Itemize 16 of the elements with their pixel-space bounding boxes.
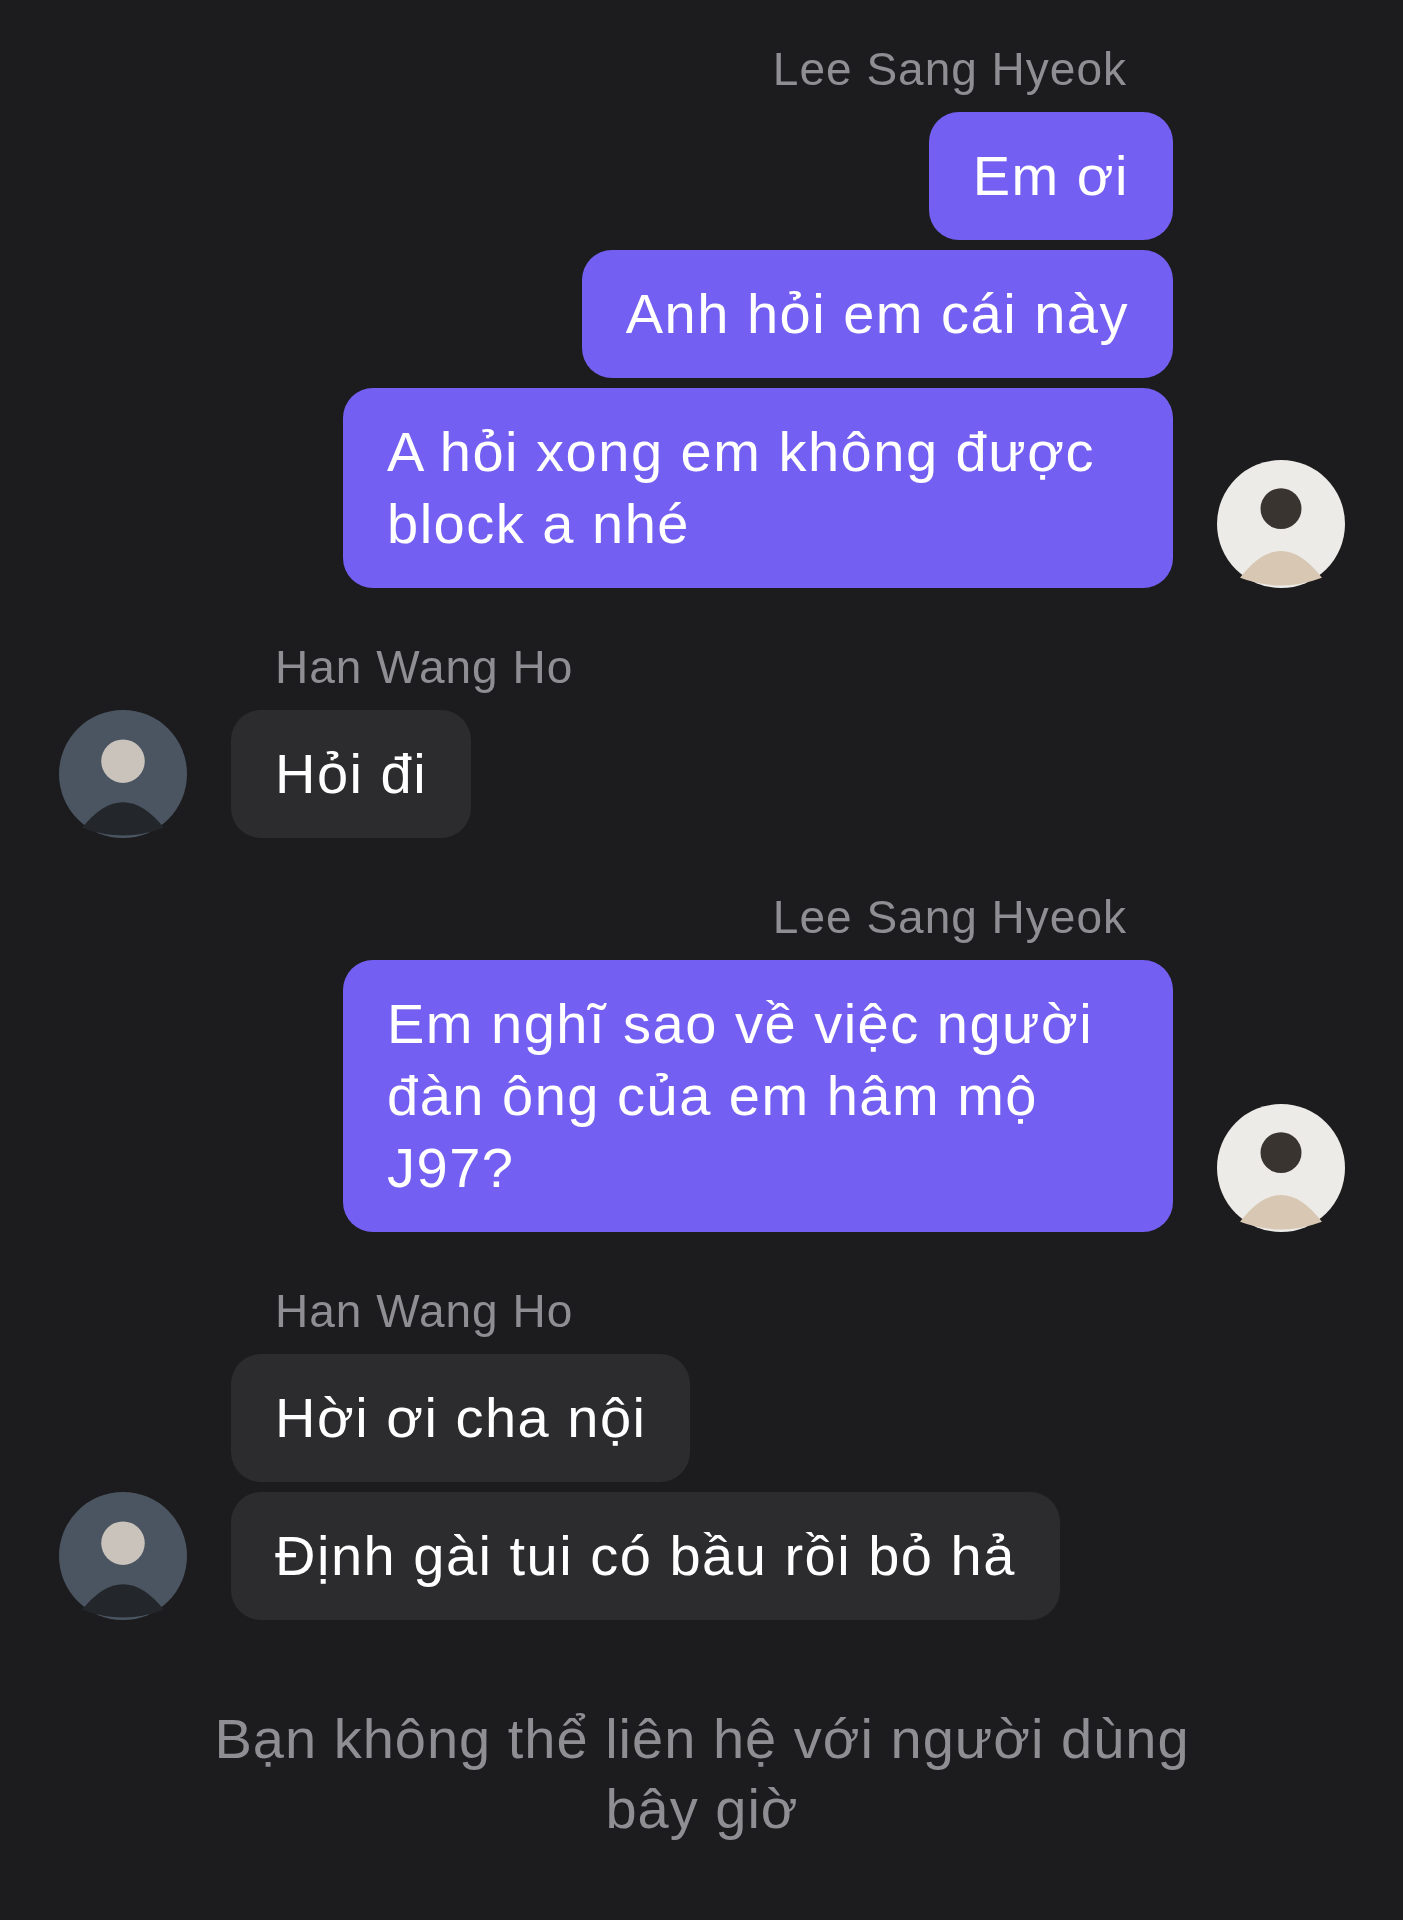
sender-name: Han Wang Ho [275, 1286, 575, 1336]
message-bubble: A hỏi xong em không được block a nhé [343, 388, 1173, 588]
sender-name: Lee Sang Hyeok [772, 44, 1127, 94]
avatar[interactable] [59, 710, 187, 838]
message-bubble: Em nghĩ sao về việc người đàn ông của em hâm mộ J97? [343, 960, 1173, 1232]
message-bubble: Em ơi [928, 112, 1173, 240]
message-bubble: Anh hỏi em cái này [581, 250, 1173, 378]
sender-name: Lee Sang Hyeok [772, 892, 1127, 942]
status-notice: Bạn không thể liên hệ với người dùng bây giờ [213, 1706, 1191, 1842]
sender-name: Han Wang Ho [275, 642, 575, 692]
avatar[interactable] [1217, 1104, 1345, 1232]
avatar[interactable] [59, 1492, 187, 1620]
avatar[interactable] [1217, 460, 1345, 588]
message-bubble: Hời ơi cha nội [231, 1354, 691, 1482]
message-bubble: Hỏi đi [231, 710, 472, 838]
message-bubble: Định gài tui có bầu rồi bỏ hả [231, 1492, 1060, 1620]
